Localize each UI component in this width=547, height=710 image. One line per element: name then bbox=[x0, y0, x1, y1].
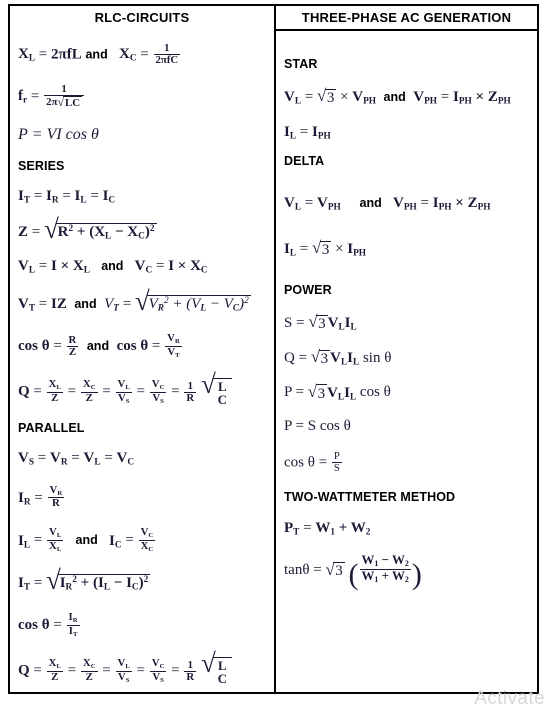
fraction-r-over-z: RZ bbox=[66, 333, 79, 358]
conjunction-and-4: and bbox=[86, 339, 110, 354]
formula-parallel-voltage: VS = VR = VL = VC bbox=[18, 449, 135, 468]
activation-watermark: Activate bbox=[474, 688, 545, 709]
formula-apparent-power: S = √ 3 VLIL bbox=[284, 311, 357, 333]
radical-sqrt3-q: √ 3 bbox=[310, 346, 331, 367]
section-heading-delta: DELTA bbox=[284, 153, 325, 168]
conjunction-and-r1: and bbox=[383, 90, 406, 105]
formula-q-factor-parallel: Q = XL Z = XC Z = VL VS = VC VS = 1R √ LC bbox=[18, 650, 266, 686]
formula-power-vicos: P = VI cos θ bbox=[18, 125, 99, 143]
formula-cos-theta-series: cos θ = RZ and cos θ = VR VT bbox=[18, 332, 182, 359]
section-heading-series: SERIES bbox=[18, 158, 65, 173]
radical-impedance: √ R2 + (XL − XC)2 bbox=[43, 213, 157, 244]
fraction-vr-over-r: VR R bbox=[47, 483, 65, 510]
column-rlc-circuits: RLC-CIRCUITS XL = 2πfL and XC = 1 2πfC f… bbox=[10, 6, 276, 692]
formula-q-factor-series: Q = XL Z = XC Z = VL VS = VC VS = 1R √ LC bbox=[18, 371, 266, 407]
formula-xl-xc: XL = 2πfL and XC = 1 2πfC bbox=[18, 42, 181, 66]
radical-sqrt3-tan: √ 3 bbox=[325, 559, 345, 580]
radical-l-over-c: √ LC bbox=[201, 371, 232, 407]
formula-tan-theta: tanθ = √ 3 ( W1 − W2 W1 + W2 ) bbox=[284, 553, 422, 592]
conjunction-and-2: and bbox=[101, 258, 124, 273]
right-column-title: THREE-PHASE AC GENERATION bbox=[301, 10, 512, 25]
formula-vl-vc: VL = I × XL and VC = I × XC bbox=[18, 257, 208, 276]
formula-delta-vl-vph: VL = VPH and VPH = IPH × ZPH bbox=[284, 194, 491, 213]
formula-p-scos: P = S cos θ bbox=[284, 418, 351, 435]
radical-sqrt3-p: √ 3 bbox=[307, 381, 328, 402]
section-heading-parallel: PARALLEL bbox=[18, 420, 85, 435]
formula-sheet: RLC-CIRCUITS XL = 2πfL and XC = 1 2πfC f… bbox=[8, 4, 539, 694]
conjunction-and-3: and bbox=[74, 296, 97, 311]
title-divider-rule bbox=[276, 29, 537, 31]
paren-close: ) bbox=[411, 558, 422, 592]
formula-il-ic: IL = VL XL and IC = VC XC bbox=[18, 526, 156, 554]
formula-star-vl-vph: VL = √ 3 × VPH and VPH = IPH × ZPH bbox=[284, 86, 511, 107]
section-heading-star: STAR bbox=[284, 57, 318, 71]
fraction-vr-over-vt: VR VT bbox=[165, 332, 182, 359]
conjunction-and: and bbox=[85, 47, 108, 62]
radical-sqrt3-s: √ 3 bbox=[308, 311, 328, 332]
fraction-p-over-s: PS bbox=[331, 450, 342, 475]
left-column-title: RLC-CIRCUITS bbox=[94, 10, 190, 25]
section-heading-two-wattmeter: TWO-WATTMETER METHOD bbox=[284, 490, 456, 505]
formula-star-il: IL = IPH bbox=[284, 123, 331, 142]
formula-power-factor: cos θ = PS bbox=[284, 450, 342, 475]
formula-it-root: IT = √ IR2 + (IL − IC)2 bbox=[18, 564, 151, 595]
conjunction-and-r2: and bbox=[359, 195, 382, 210]
radical-it: √ IR2 + (IL − IC)2 bbox=[46, 564, 151, 595]
fraction-one-over-2pifc: 1 2πfC bbox=[153, 42, 181, 66]
formula-impedance: Z = √ R2 + (XL − XC)2 bbox=[18, 213, 157, 244]
formula-total-power: PT = W1 + W2 bbox=[284, 520, 371, 538]
formula-reactive-power: Q = √ 3 VLIL sin θ bbox=[284, 346, 392, 368]
column-three-phase: THREE-PHASE AC GENERATION STAR VL = √ 3 ×… bbox=[276, 6, 537, 692]
fraction-ir-over-it: IR IT bbox=[66, 611, 80, 638]
fraction-w-diff-over-sum: W1 − W2 W1 + W2 bbox=[359, 553, 411, 584]
formula-cos-theta-parallel: cos θ = IR IT bbox=[18, 611, 80, 638]
formula-active-power: P = √ 3 VLIL cos θ bbox=[284, 381, 391, 403]
fraction-resonance: 1 2π √ LC bbox=[44, 83, 85, 109]
formula-delta-il: IL = √ 3 × IPH bbox=[284, 238, 367, 259]
formula-resonant-frequency: fr = 1 2π √ LC bbox=[18, 83, 266, 109]
radical-sqrt3-delta: √ 3 bbox=[312, 238, 332, 258]
formula-vt: VT = IZ and VT = √ VR2 + (VL − VC)2 bbox=[18, 285, 251, 316]
radical-vt: √ VR2 + (VL − VC)2 bbox=[134, 285, 251, 316]
section-heading-power: POWER bbox=[284, 282, 332, 297]
left-column-body: XL = 2πfL and XC = 1 2πfC fr = 1 2π√LC bbox=[10, 42, 274, 686]
formula-series-current: IT = IR = IL = IC bbox=[18, 187, 116, 206]
right-column-body: STAR VL = √ 3 × VPH and VPH = IPH × ZPH I… bbox=[276, 57, 537, 592]
radical-sqrt3-star: √ 3 bbox=[317, 86, 337, 107]
paren-open: ( bbox=[348, 558, 359, 592]
conjunction-and-5: and bbox=[75, 533, 98, 548]
radical-l-over-c-2: √ LC bbox=[201, 650, 232, 686]
formula-ir: IR = VR R bbox=[18, 483, 65, 510]
